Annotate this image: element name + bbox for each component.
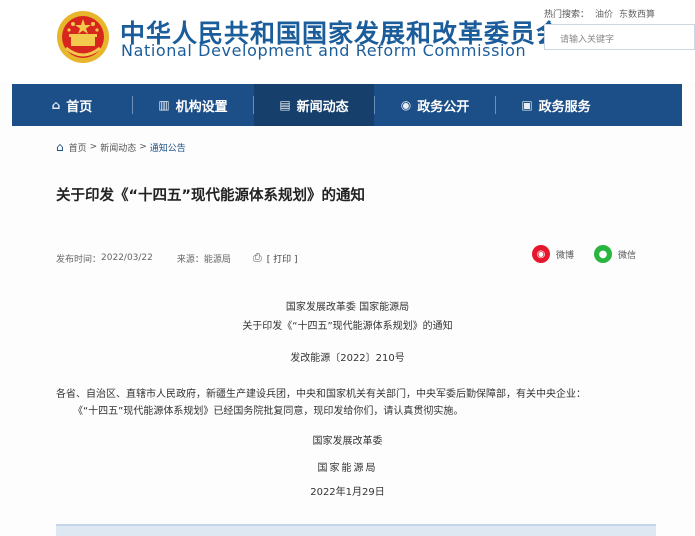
breadcrumb: ⌂ 首页 > 新闻动态 > 通知公告 <box>56 140 186 154</box>
publish-date: 2022/03/22 <box>101 253 153 263</box>
article-body: 《“十四五”现代能源体系规划》已经国务院批复同意，现印发给你们，请认真贯彻实施。 <box>73 406 464 417</box>
article-subject: 关于印发《“十四五”现代能源体系规划》的通知 <box>242 321 453 332</box>
share-wechat-button[interactable]: ● 微信 <box>594 245 636 263</box>
nav-item-label: 政务公开 <box>417 99 470 115</box>
nav-item-public-affairs[interactable]: ◉ 政务公开 <box>375 84 495 126</box>
nav-item-services[interactable]: ▣ 政务服务 <box>496 84 616 126</box>
site-title-en: National Development and Reform Commissi… <box>121 41 527 60</box>
printer-icon: ⎙ <box>252 251 262 264</box>
search-input[interactable]: 请输入关键字 <box>544 24 695 50</box>
article-meta: 发布时间： 2022/03/22 来源： 能源局 ⎙ [ 打印 ] <box>56 251 297 265</box>
nav-item-label: 政务服务 <box>538 99 591 115</box>
hot-term-link[interactable]: 东数西算 <box>619 10 655 20</box>
home-icon: ⌂ <box>51 98 61 112</box>
signature-nea: 国家能源局 <box>317 463 378 474</box>
article-recipients: 各省、自治区、直辖市人民政府，新疆生产建设兵团，中央和国家机关有关部门，中央军委… <box>56 389 586 400</box>
document-number: 发改能源〔2022〕210号 <box>290 353 405 364</box>
share-wechat-label: 微信 <box>618 250 637 261</box>
breadcrumb-link-notices[interactable]: 通知公告 <box>150 141 186 154</box>
nav-item-label: 首页 <box>66 99 93 115</box>
source-label: 来源： <box>176 254 204 265</box>
signature-date: 2022年1月29日 <box>310 487 385 498</box>
site-header: 中华人民共和国国家发展和改革委员会 National Development a… <box>0 0 695 82</box>
source-value: 能源局 <box>203 254 231 265</box>
print-button[interactable]: ⎙ [ 打印 ] <box>253 251 298 265</box>
article-title: 关于印发《“十四五”现代能源体系规划》的通知 <box>56 188 366 204</box>
national-emblem-icon[interactable] <box>56 10 110 64</box>
wechat-icon: ● <box>594 245 612 263</box>
page: 中华人民共和国国家发展和改革委员会 National Development a… <box>0 0 695 536</box>
nav-item-organization[interactable]: ▥ 机构设置 <box>133 84 253 126</box>
share-weibo-label: 微博 <box>556 250 575 261</box>
breadcrumb-link-home[interactable]: 首页 <box>69 141 87 154</box>
hot-term-link[interactable]: 油价 <box>595 10 613 20</box>
nav-item-label: 机构设置 <box>175 99 228 115</box>
nav-item-label: 新闻动态 <box>296 99 349 115</box>
article-issuers: 国家发展改革委 国家能源局 <box>285 302 410 313</box>
document-icon: ▣ <box>521 98 533 112</box>
home-icon[interactable]: ⌂ <box>56 140 64 154</box>
hot-search-label: 热门搜索： <box>544 10 590 20</box>
broadcast-icon: ◉ <box>400 98 412 112</box>
print-label: [ 打印 ] <box>266 254 298 265</box>
main-nav: ⌂ 首页 ▥ 机构设置 ▤ 新闻动态 ◉ 政务公开 ▣ 政务服务 <box>12 84 682 126</box>
breadcrumb-link-news[interactable]: 新闻动态 <box>100 141 136 154</box>
signature-ndrc: 国家发展改革委 <box>312 436 383 447</box>
publish-label: 发布时间： <box>56 254 102 265</box>
nav-item-news[interactable]: ▤ 新闻动态 <box>254 84 374 126</box>
breadcrumb-separator: > <box>139 142 147 152</box>
hot-search: 热门搜索： 油价 东数西算 <box>544 7 661 20</box>
newspaper-icon: ▤ <box>279 98 291 112</box>
share-weibo-button[interactable]: ◉ 微博 <box>532 245 574 263</box>
nav-item-home[interactable]: ⌂ 首页 <box>12 84 132 126</box>
attachment-bar <box>56 524 656 536</box>
weibo-icon: ◉ <box>532 245 550 263</box>
breadcrumb-separator: > <box>89 142 98 152</box>
building-icon: ▥ <box>158 98 170 112</box>
